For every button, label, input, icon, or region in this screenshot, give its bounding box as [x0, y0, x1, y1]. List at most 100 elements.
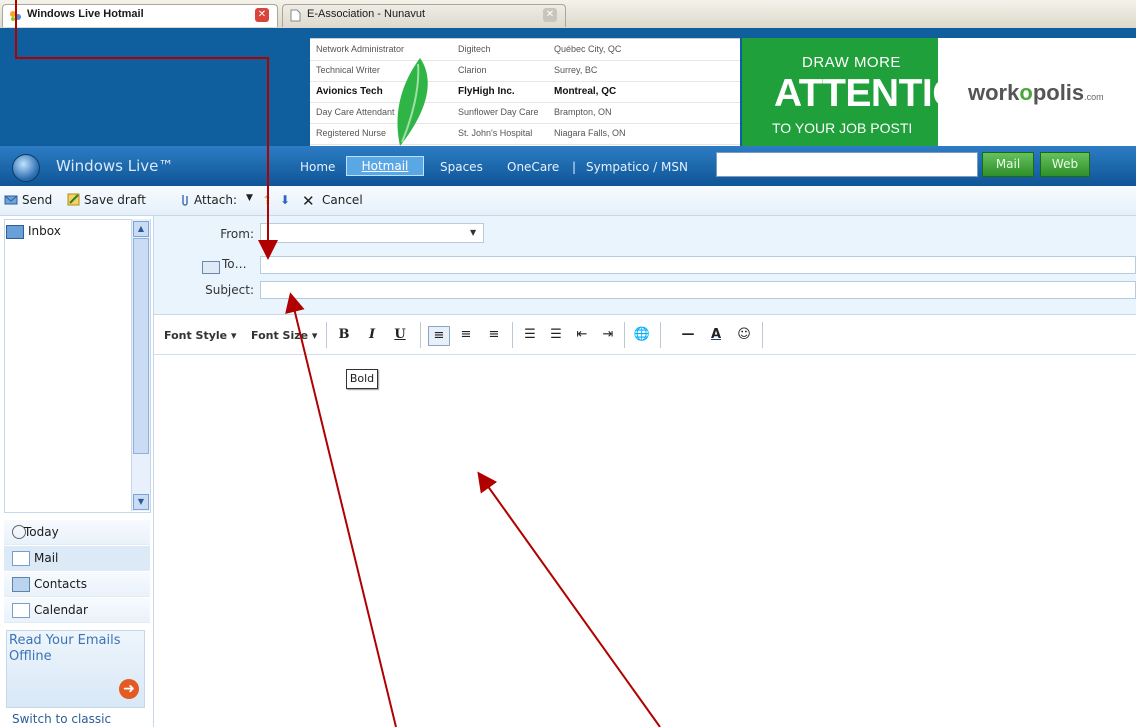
job-location: Montreal, QC — [554, 86, 617, 97]
job-location: Surrey, BC — [554, 65, 598, 75]
job-company: Clarion — [458, 65, 487, 75]
ad-banner-green[interactable]: DRAW MORE ATTENTIO TO YOUR JOB POSTI — [742, 38, 938, 146]
close-tab-icon[interactable]: ✕ — [543, 8, 557, 22]
nav-link-sympatico-msn[interactable]: Sympatico / MSN — [586, 160, 688, 174]
ad-line-3: TO YOUR JOB POSTI — [772, 120, 913, 136]
windows-live-brand[interactable]: Windows Live™ — [56, 157, 173, 175]
subject-field[interactable] — [260, 281, 1136, 299]
nav-link-onecare[interactable]: OneCare — [507, 160, 559, 174]
chevron-down-icon[interactable]: ▼ — [246, 193, 253, 203]
ad-line-1: DRAW MORE — [802, 54, 901, 71]
job-row[interactable]: Network Administrator Digitech Québec Ci… — [310, 39, 740, 61]
to-field[interactable] — [260, 256, 1136, 274]
numbered-list-icon[interactable]: ☰ — [520, 326, 540, 344]
align-center-icon[interactable]: ≡ — [456, 326, 476, 344]
offline-promo[interactable]: Read Your Emails Offline ➜ — [6, 630, 145, 708]
save-draft-button[interactable]: Save draft — [84, 193, 146, 207]
sidebar-item-label: Inbox — [28, 224, 61, 238]
tab-windows-live-hotmail[interactable]: Windows Live Hotmail ✕ — [2, 4, 278, 27]
contacts-icon[interactable] — [202, 261, 220, 274]
workopolis-logo: workopolis.com — [968, 80, 1104, 105]
font-style-dropdown[interactable]: Font Style ▾ — [164, 329, 236, 342]
job-row[interactable]: Day Care Attendant Sunflower Day Care Br… — [310, 102, 740, 124]
paperclip-icon — [182, 195, 188, 206]
subject-label: Subject: — [205, 283, 254, 297]
windows-live-logo-icon[interactable] — [12, 154, 40, 182]
toolbar-divider — [326, 322, 327, 348]
bold-button[interactable]: B — [334, 326, 354, 344]
font-size-dropdown[interactable]: Font Size ▾ — [251, 329, 317, 342]
sidebar-item-calendar[interactable]: Calendar — [4, 598, 150, 623]
sidebar-item-mail[interactable]: Mail — [4, 546, 150, 571]
toolbar-divider — [624, 322, 625, 348]
chevron-down-icon[interactable]: ▼ — [470, 228, 476, 237]
job-ad-table[interactable]: Network Administrator Digitech Québec Ci… — [310, 38, 740, 147]
send-button[interactable]: Send — [22, 193, 52, 207]
from-label: From: — [220, 227, 254, 241]
bulleted-list-icon[interactable]: ☰ — [546, 326, 566, 344]
send-icon — [4, 195, 18, 205]
scroll-thumb[interactable] — [133, 238, 149, 454]
scroll-down-icon[interactable]: ▼ — [133, 494, 149, 510]
promo-text: Read Your Emails Offline — [9, 633, 121, 664]
job-company: FlyHigh Inc. — [458, 86, 515, 97]
align-right-icon[interactable]: ≡ — [484, 326, 504, 344]
attach-button[interactable]: Attach: — [194, 193, 237, 207]
toolbar-divider — [420, 322, 421, 348]
windows-live-icon — [10, 11, 21, 21]
to-label[interactable]: To… — [222, 257, 247, 271]
job-company: Digitech — [458, 44, 491, 54]
job-company: St. John's Hospital — [458, 128, 533, 138]
decrease-indent-icon[interactable]: ⇤ — [572, 326, 592, 344]
job-row[interactable]: Avionics Tech FlyHigh Inc. Montreal, QC — [310, 81, 740, 103]
nav-link-spaces[interactable]: Spaces — [440, 160, 483, 174]
page-icon — [290, 9, 301, 22]
scroll-up-icon[interactable]: ▲ — [133, 221, 149, 237]
font-color-icon[interactable]: A — [706, 326, 726, 344]
leaf-graphic — [397, 58, 428, 146]
sidebar-item-contacts[interactable]: Contacts — [4, 572, 150, 597]
horizontal-rule-icon[interactable]: — — [678, 326, 698, 344]
bold-tooltip: Bold — [346, 369, 378, 389]
increase-indent-icon[interactable]: ⇥ — [598, 326, 618, 344]
save-draft-icon — [67, 193, 80, 206]
search-mail-button[interactable]: Mail — [982, 152, 1034, 177]
toolbar-divider — [512, 322, 513, 348]
italic-button[interactable]: I — [362, 326, 382, 344]
tab-e-association[interactable]: E-Association - Nunavut ✕ — [282, 4, 566, 27]
windows-live-navbar: Windows Live™ Home Hotmail Spaces OneCar… — [0, 146, 1136, 186]
inbox-icon — [6, 224, 24, 239]
sidebar-item-inbox[interactable]: Inbox — [6, 224, 61, 239]
message-body-editor[interactable] — [154, 355, 1136, 727]
job-location: Brampton, ON — [554, 107, 612, 117]
job-location: Niagara Falls, ON — [554, 128, 626, 138]
calendar-icon — [12, 603, 30, 618]
job-row[interactable]: Technical Writer Clarion Surrey, BC — [310, 60, 740, 82]
priority-down-icon[interactable]: ⬇ — [280, 193, 290, 207]
ad-line-2: ATTENTIO — [774, 72, 938, 115]
arrow-right-icon[interactable]: ➜ — [119, 679, 139, 699]
job-row[interactable]: Registered Nurse St. John's Hospital Nia… — [310, 123, 740, 145]
toolbar-divider — [660, 322, 661, 348]
search-web-button[interactable]: Web — [1040, 152, 1090, 177]
emoticon-icon[interactable]: ☺ — [734, 326, 754, 344]
switch-to-classic-link[interactable]: Switch to classic — [12, 712, 111, 726]
from-select[interactable] — [260, 223, 484, 243]
underline-button[interactable]: U — [390, 326, 410, 344]
close-tab-icon[interactable]: ✕ — [255, 8, 269, 22]
job-location: Québec City, QC — [554, 44, 622, 54]
priority-up-icon[interactable]: ⇡ — [262, 193, 272, 207]
nav-link-hotmail[interactable]: Hotmail — [346, 156, 424, 176]
insert-link-icon[interactable]: 🌐 — [632, 326, 652, 344]
search-input[interactable] — [716, 152, 978, 177]
job-title: Network Administrator — [316, 44, 405, 54]
folder-list — [4, 219, 151, 513]
cancel-button[interactable]: Cancel — [322, 193, 363, 207]
workopolis-ad[interactable]: workopolis.com — [938, 38, 1136, 146]
align-left-icon[interactable]: ≡ — [428, 326, 450, 346]
nav-link-home[interactable]: Home — [300, 160, 335, 174]
close-icon: ✕ — [302, 192, 315, 210]
sidebar-item-today[interactable]: Today — [4, 520, 150, 545]
toolbar-divider — [762, 322, 763, 348]
mail-icon — [12, 551, 30, 566]
